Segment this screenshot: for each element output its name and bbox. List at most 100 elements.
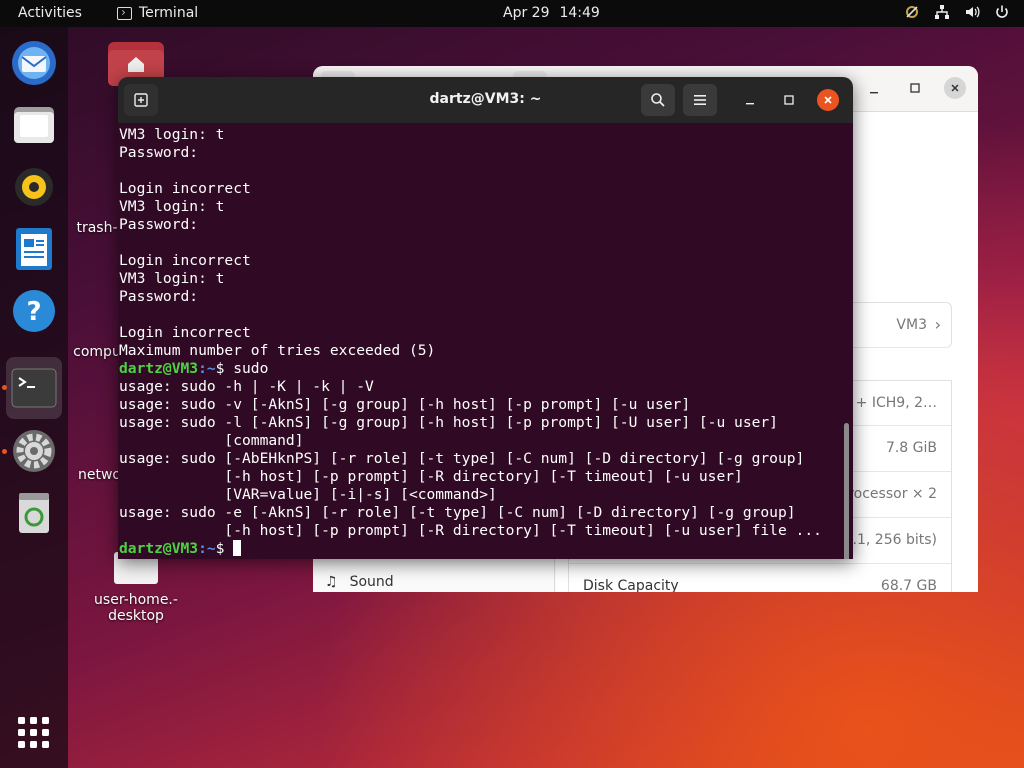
chevron-right-icon: ›: [934, 315, 941, 334]
prompt-line-sudo: dartz@VM3:~$ sudo: [119, 360, 853, 378]
apps-grid-icon: [18, 717, 49, 748]
search-icon: [651, 93, 665, 107]
dock-trash[interactable]: [6, 485, 62, 541]
terminal-line: Maximum number of tries exceeded (5): [119, 342, 436, 359]
text-cursor: [233, 540, 242, 556]
terminal-line: Login incorrect: [119, 252, 251, 269]
settings-close-button[interactable]: [944, 77, 966, 99]
dock-writer[interactable]: [6, 221, 62, 277]
mail-icon: [12, 41, 56, 85]
terminal-window[interactable]: dartz@VM3: ~ VM3 login: t Password: Login …: [118, 77, 853, 559]
system-tray[interactable]: [904, 4, 1010, 20]
top-bar: Activities Terminal Apr 29 14:49: [0, 0, 1024, 27]
prompt-user: dartz@VM3: [119, 540, 199, 557]
dock-terminal[interactable]: [6, 357, 62, 419]
dock-rhythmbox[interactable]: [6, 159, 62, 215]
music-note-icon: ♫: [325, 574, 338, 590]
trash-icon: [19, 493, 49, 533]
terminal-line: [command]: [119, 432, 304, 449]
dock-settings[interactable]: [6, 423, 62, 479]
terminal-line: VM3 login: t: [119, 198, 225, 215]
terminal-line: Password:: [119, 288, 199, 305]
maximize-icon: [910, 83, 920, 93]
disk-value: 68.7 GB: [880, 578, 937, 592]
terminal-lines-after: usage: sudo -h | -K | -k | -V usage: sudo…: [119, 378, 853, 540]
terminal-line: VM3 login: t: [119, 270, 225, 287]
terminal-icon: [117, 6, 132, 20]
terminal-running-indicator: [2, 385, 7, 390]
maximize-icon: [784, 95, 794, 105]
desktop-computer-label: compu: [73, 344, 121, 360]
svg-text:?: ?: [26, 297, 41, 327]
dock-files[interactable]: [6, 97, 62, 153]
prompt-path: :~: [198, 360, 216, 377]
dock-help[interactable]: ?: [6, 283, 62, 339]
prompt-sign: $: [215, 540, 234, 557]
terminal-line: usage: sudo -v [-AknS] [-g group] [-h ho…: [119, 396, 691, 413]
terminal-line: Password:: [119, 216, 199, 233]
volume-icon[interactable]: [964, 4, 980, 20]
desktop-network-label: netwo: [78, 467, 121, 483]
prompt-sign: $: [215, 360, 234, 377]
terminal-line: [-h host] [-p prompt] [-R directory] [-T…: [119, 522, 822, 539]
terminal-line: Login incorrect: [119, 324, 251, 341]
folder-icon: [14, 107, 54, 143]
processor-value: processor × 2: [839, 486, 937, 502]
active-prompt-line[interactable]: dartz@VM3:~$: [119, 540, 853, 558]
desktop-network[interactable]: netwo: [77, 467, 122, 483]
clock-time: 14:49: [559, 5, 600, 21]
terminal-output[interactable]: VM3 login: t Password: Login incorrect VM3 …: [118, 123, 853, 559]
terminal-search-button[interactable]: [641, 84, 675, 116]
disk-row: Disk Capacity 68.7 GB: [568, 564, 952, 592]
power-icon[interactable]: [994, 4, 1010, 20]
terminal-line: usage: sudo -h | -K | -k | -V: [119, 378, 374, 395]
help-icon: ?: [13, 290, 55, 332]
desktop-computer[interactable]: compu: [72, 344, 122, 360]
activities-button[interactable]: Activities: [18, 5, 82, 21]
terminal-scrollbar[interactable]: [844, 423, 849, 559]
clock-date: Apr 29: [503, 5, 550, 21]
settings-running-indicator: [2, 449, 7, 454]
terminal-maximize-button[interactable]: [778, 89, 800, 111]
dock-show-apps[interactable]: [6, 703, 62, 763]
memory-value: 7.8 GiB: [885, 440, 937, 456]
settings-maximize-button[interactable]: [904, 77, 926, 99]
terminal-line: Login incorrect: [119, 180, 251, 197]
prompt-user: dartz@VM3: [119, 360, 199, 377]
close-icon: [951, 84, 959, 92]
accessibility-off-icon[interactable]: [904, 4, 920, 20]
terminal-line: Password:: [119, 144, 199, 161]
app-menu[interactable]: Terminal: [117, 5, 198, 21]
sidebar-item-sound-label: Sound: [349, 574, 394, 590]
disk-label: Disk Capacity: [583, 578, 679, 592]
terminal-line: usage: sudo [-AbEHknPS] [-r role] [-t ty…: [119, 450, 805, 467]
terminal-icon: [11, 368, 57, 408]
terminal-menu-button[interactable]: [683, 84, 717, 116]
app-menu-label: Terminal: [139, 5, 199, 21]
terminal-line: [VAR=value] [-i|-s] [<command>]: [119, 486, 497, 503]
terminal-line: VM3 login: t: [119, 126, 225, 143]
close-icon: [824, 96, 832, 104]
desktop-trash[interactable]: trash-: [72, 220, 122, 236]
terminal-line: usage: sudo -l [-AknS] [-g group] [-h ho…: [119, 414, 778, 431]
minimize-icon: [746, 103, 754, 105]
desktop-user-home-label-2: desktop: [108, 608, 164, 624]
clock[interactable]: Apr 29 14:49: [503, 5, 600, 21]
network-icon[interactable]: [934, 4, 950, 20]
terminal-header[interactable]: dartz@VM3: ~: [118, 77, 853, 123]
hamburger-menu-icon: [694, 95, 706, 105]
sidebar-item-sound[interactable]: ♫ Sound: [325, 574, 394, 590]
terminal-lines-before: VM3 login: t Password: Login incorrect VM3 …: [119, 126, 853, 360]
desktop-user-home[interactable]: user-home.- desktop: [92, 552, 180, 624]
terminal-line: usage: sudo -e [-AknS] [-r role] [-t typ…: [119, 504, 796, 521]
typed-command: sudo: [233, 360, 269, 377]
dock-thunderbird[interactable]: [6, 35, 62, 91]
terminal-minimize-button[interactable]: [739, 89, 761, 111]
prompt-path: :~: [198, 540, 216, 557]
dock: ?: [0, 27, 68, 768]
document-icon: [16, 228, 52, 270]
desktop-trash-label: trash-: [76, 220, 118, 236]
terminal-close-button[interactable]: [817, 89, 839, 111]
settings-minimize-button[interactable]: [863, 78, 885, 100]
